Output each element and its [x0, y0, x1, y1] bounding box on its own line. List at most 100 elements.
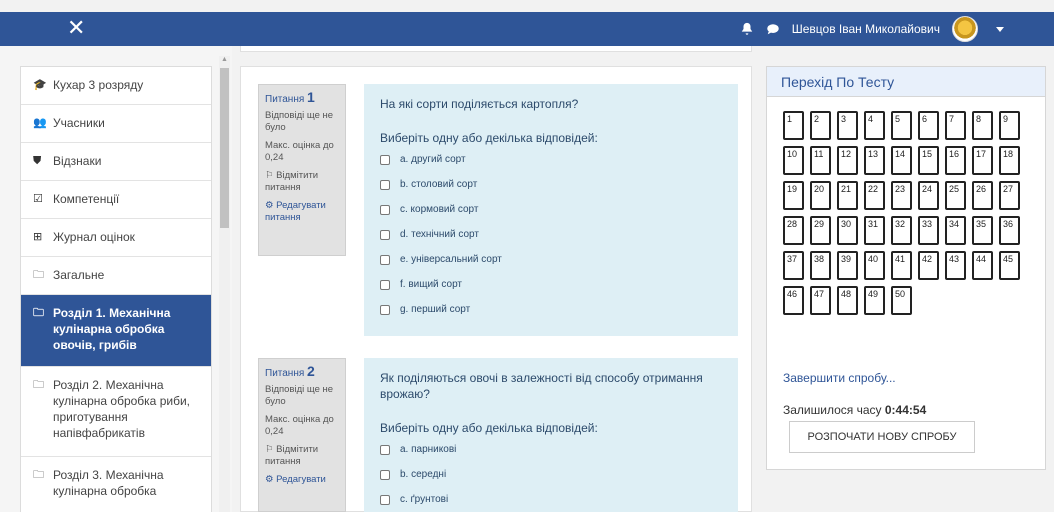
checkbox[interactable] — [380, 470, 390, 480]
question-nav-button[interactable]: 3 — [837, 111, 858, 140]
avatar[interactable] — [952, 16, 978, 42]
answer-option[interactable]: c. кормовий сорт — [380, 202, 722, 218]
question-nav-button[interactable]: 14 — [891, 146, 912, 175]
scroll-up-icon[interactable]: ▲ — [221, 56, 228, 63]
question-nav-button[interactable]: 46 — [783, 286, 804, 315]
sidebar-item-section-1[interactable]: 🗀 Розділ 1. Механічна кулінарна обробка … — [21, 295, 211, 367]
question-nav-button[interactable]: 18 — [999, 146, 1020, 175]
question-nav-button[interactable]: 19 — [783, 181, 804, 210]
answer-option[interactable]: a. другий сорт — [380, 152, 722, 168]
checkbox[interactable] — [380, 205, 390, 215]
checkbox[interactable] — [380, 445, 390, 455]
question-nav-button[interactable]: 36 — [999, 216, 1020, 245]
question-text: На які сорти поділяється картопля? — [380, 97, 579, 111]
chevron-down-icon[interactable] — [996, 26, 1004, 32]
question-nav-button[interactable]: 47 — [810, 286, 831, 315]
question-nav-button[interactable]: 24 — [918, 181, 939, 210]
question-nav-button[interactable]: 44 — [972, 251, 993, 280]
sidebar-item-section-2[interactable]: 🗀 Розділ 2. Механічна кулінарна обробка … — [21, 367, 211, 457]
question-nav-button[interactable]: 49 — [864, 286, 885, 315]
question-nav-button[interactable]: 20 — [810, 181, 831, 210]
folder-icon: 🗀 — [33, 307, 44, 319]
scrollbar-thumb[interactable] — [220, 68, 229, 228]
edit-question-link[interactable]: ⚙ Редагувати питання — [265, 200, 339, 224]
time-left: Залишилося часу 0:44:54 — [783, 403, 927, 417]
question-nav-button[interactable]: 35 — [972, 216, 993, 245]
sidebar-item-course[interactable]: 🎓 Кухар 3 розряду — [21, 67, 211, 105]
finish-attempt-link[interactable]: Завершити спробу... — [783, 371, 896, 385]
question-nav-button[interactable]: 50 — [891, 286, 912, 315]
question-nav-button[interactable]: 33 — [918, 216, 939, 245]
question-nav-button[interactable]: 22 — [864, 181, 885, 210]
question-nav-button[interactable]: 11 — [810, 146, 831, 175]
question-nav-button[interactable]: 32 — [891, 216, 912, 245]
question-nav-button[interactable]: 23 — [891, 181, 912, 210]
bell-icon[interactable] — [740, 22, 754, 36]
question-nav-button[interactable]: 17 — [972, 146, 993, 175]
question-nav-button[interactable]: 40 — [864, 251, 885, 280]
sidebar-item-general[interactable]: 🗀 Загальне — [21, 257, 211, 295]
question-nav-button[interactable]: 48 — [837, 286, 858, 315]
question-nav-button[interactable]: 6 — [918, 111, 939, 140]
question-nav-button[interactable]: 9 — [999, 111, 1020, 140]
answer-option[interactable]: d. технічний сорт — [380, 227, 722, 243]
answer-option[interactable]: c. ґрунтові — [380, 492, 722, 508]
question-nav-button[interactable]: 39 — [837, 251, 858, 280]
question-nav-button[interactable]: 7 — [945, 111, 966, 140]
answer-option[interactable]: b. середні — [380, 467, 722, 483]
question-nav-button[interactable]: 43 — [945, 251, 966, 280]
question-nav-button[interactable]: 15 — [918, 146, 939, 175]
checkbox[interactable] — [380, 255, 390, 265]
question-nav-button[interactable]: 34 — [945, 216, 966, 245]
question-nav-button[interactable]: 1 — [783, 111, 804, 140]
question-nav-button[interactable]: 13 — [864, 146, 885, 175]
question-nav-button[interactable]: 16 — [945, 146, 966, 175]
question-status: Відповіді ще не було — [265, 384, 334, 407]
sidebar-scrollbar[interactable]: ▲ — [219, 56, 230, 512]
sidebar-item-section-3[interactable]: 🗀 Розділ 3. Механічна кулінарна обробка — [21, 457, 211, 512]
flag-question-link[interactable]: ⚐ Відмітити питання — [265, 444, 339, 468]
checkbox[interactable] — [380, 155, 390, 165]
flag-question-link[interactable]: ⚐ Відмітити питання — [265, 170, 339, 194]
checkbox[interactable] — [380, 495, 390, 505]
question-nav-button[interactable]: 5 — [891, 111, 912, 140]
answer-option[interactable]: g. перший сорт — [380, 302, 722, 318]
answer-option[interactable]: b. столовий сорт — [380, 177, 722, 193]
sidebar-item-participants[interactable]: 👥 Учасники — [21, 105, 211, 143]
gear-icon: ⚙ — [265, 200, 277, 211]
question-nav-button[interactable]: 28 — [783, 216, 804, 245]
question-nav-button[interactable]: 41 — [891, 251, 912, 280]
question-nav-button[interactable]: 10 — [783, 146, 804, 175]
question-nav-button[interactable]: 27 — [999, 181, 1020, 210]
user-name[interactable]: Шевцов Іван Миколайович — [792, 22, 940, 36]
answer-option[interactable]: e. універсальний сорт — [380, 252, 722, 268]
checkbox[interactable] — [380, 180, 390, 190]
question-nav-button[interactable]: 31 — [864, 216, 885, 245]
sidebar-item-grades[interactable]: ⊞ Журнал оцінок — [21, 219, 211, 257]
question-nav-button[interactable]: 12 — [837, 146, 858, 175]
question-nav-button[interactable]: 21 — [837, 181, 858, 210]
answer-option[interactable]: a. парникові — [380, 442, 722, 458]
main-top-card — [240, 46, 752, 52]
question-nav-button[interactable]: 29 — [810, 216, 831, 245]
question-nav-button[interactable]: 45 — [999, 251, 1020, 280]
question-nav-button[interactable]: 8 — [972, 111, 993, 140]
close-icon[interactable]: ✕ — [67, 16, 85, 40]
answer-option[interactable]: f. вищий сорт — [380, 277, 722, 293]
question-nav-button[interactable]: 37 — [783, 251, 804, 280]
question-nav-button[interactable]: 42 — [918, 251, 939, 280]
start-new-attempt-button[interactable]: РОЗПОЧАТИ НОВУ СПРОБУ — [789, 421, 975, 453]
checkbox[interactable] — [380, 305, 390, 315]
question-nav-button[interactable]: 38 — [810, 251, 831, 280]
question-nav-button[interactable]: 4 — [864, 111, 885, 140]
question-nav-button[interactable]: 26 — [972, 181, 993, 210]
question-nav-button[interactable]: 30 — [837, 216, 858, 245]
checkbox[interactable] — [380, 280, 390, 290]
edit-question-link[interactable]: ⚙ Редагувати — [265, 474, 339, 486]
sidebar-item-badges[interactable]: ⛊ Відзнаки — [21, 143, 211, 181]
checkbox[interactable] — [380, 230, 390, 240]
chat-icon[interactable] — [766, 22, 780, 36]
question-nav-button[interactable]: 2 — [810, 111, 831, 140]
sidebar-item-competencies[interactable]: ☑ Компетенції — [21, 181, 211, 219]
question-nav-button[interactable]: 25 — [945, 181, 966, 210]
